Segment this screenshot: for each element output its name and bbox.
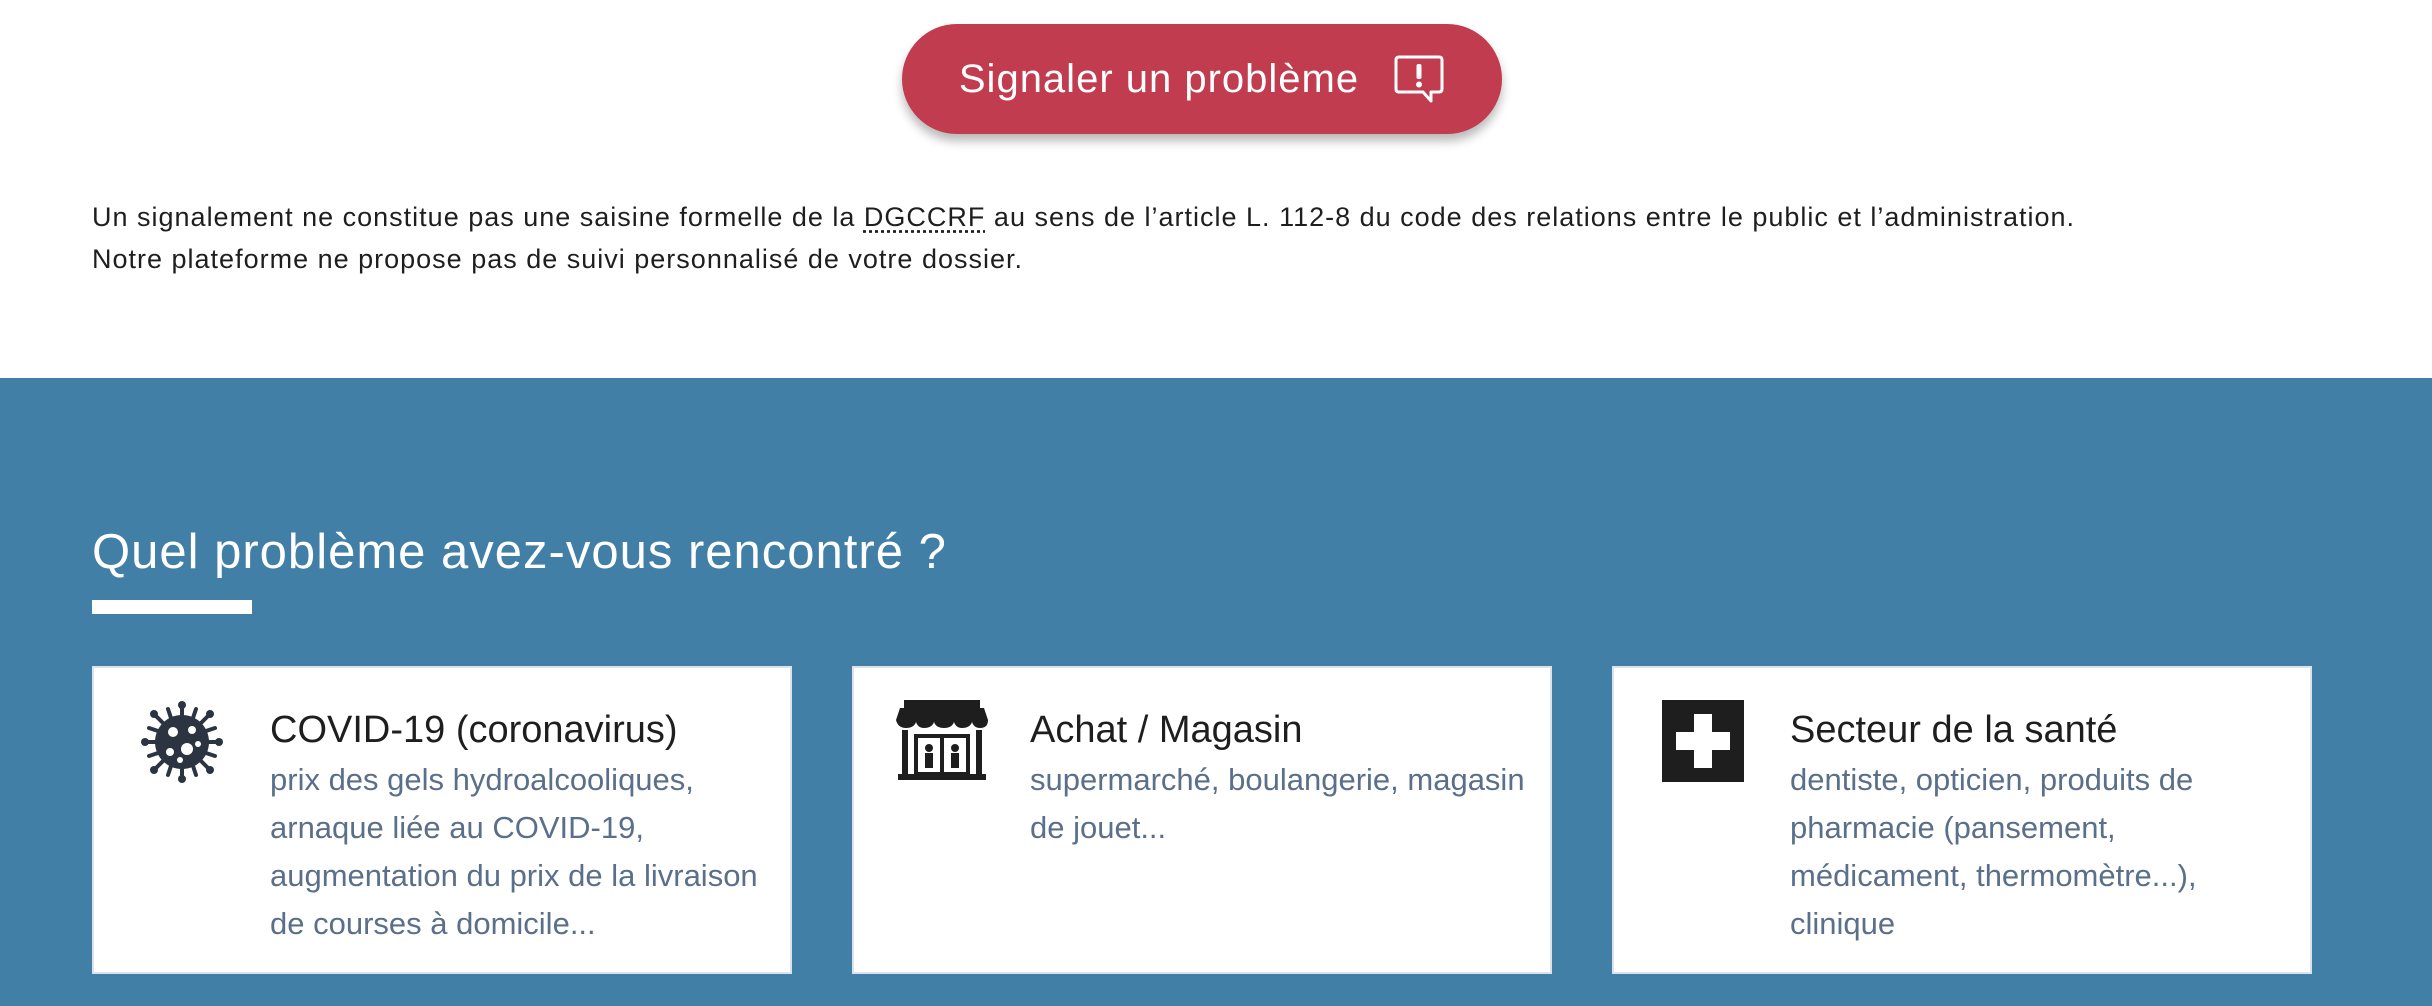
dgccrf-abbreviation: DGCCRF [863, 202, 986, 232]
report-problem-button[interactable]: Signaler un problème [902, 24, 1502, 134]
legal-notice: Un signalement ne constitue pas une sais… [92, 196, 2342, 280]
legal-notice-line-1: Un signalement ne constitue pas une sais… [92, 202, 2075, 232]
card-description: prix des gels hydroalcooliques, arnaque … [270, 762, 758, 941]
card-title: COVID-19 (coronavirus) [270, 709, 678, 751]
card-description: supermarché, boulangerie, magasin de jou… [1030, 762, 1525, 845]
medical-cross-icon [1662, 700, 1744, 782]
category-card-covid[interactable]: COVID-19 (coronavirus) prix des gels hyd… [92, 666, 792, 974]
card-title: Secteur de la santé [1790, 709, 2118, 751]
report-problem-label: Signaler un problème [958, 56, 1360, 101]
category-card-health[interactable]: Secteur de la santé dentiste, opticien, … [1612, 666, 2312, 974]
section-title-underline [92, 600, 252, 614]
speech-bubble-exclamation-icon [1393, 53, 1445, 105]
section-title: Quel problème avez-vous rencontré ? [92, 525, 947, 579]
shop-icon [896, 698, 988, 782]
virus-icon [140, 700, 224, 784]
legal-notice-line-2: Notre plateforme ne propose pas de suivi… [92, 244, 1023, 274]
category-card-shop[interactable]: Achat / Magasin supermarché, boulangerie… [852, 666, 1552, 974]
card-description: dentiste, opticien, produits de pharmaci… [1790, 762, 2197, 941]
card-title: Achat / Magasin [1030, 709, 1303, 751]
top-section: Signaler un problème Un signalement ne c… [0, 0, 2432, 378]
